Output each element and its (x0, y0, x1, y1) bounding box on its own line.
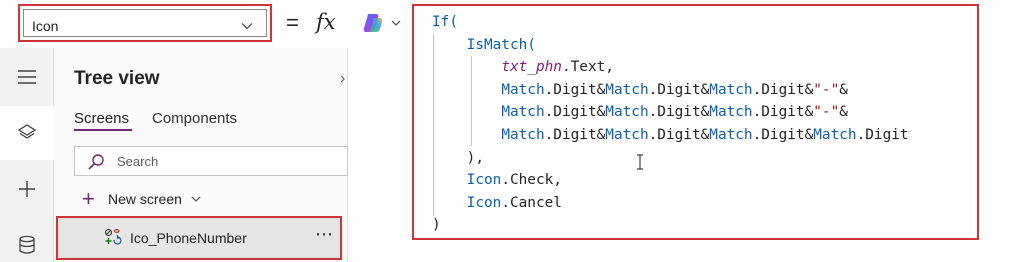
formula-token: ), (432, 149, 484, 166)
formula-token (432, 82, 501, 98)
formula-token: "-" (813, 81, 840, 98)
property-dropdown-value: Icon (32, 18, 59, 34)
copilot-icon[interactable] (362, 12, 384, 34)
formula-token: .Digit& (544, 81, 606, 98)
formula-token: .Digit (856, 126, 909, 143)
formula-token: Match (605, 104, 649, 121)
formula-token (432, 104, 501, 120)
formula-token: ) (432, 217, 441, 234)
formula-token: .Digit& (648, 126, 710, 143)
formula-token: .Digit& (752, 81, 814, 98)
formula-token: .Text, (561, 59, 614, 76)
formula-token: Match (709, 126, 753, 143)
formula-token: If( (432, 14, 458, 30)
hamburger-icon (18, 70, 36, 84)
tab-components[interactable]: Components (152, 110, 237, 127)
formula-line: Icon.Cancel (432, 192, 909, 215)
formula-token: Match (501, 126, 545, 143)
close-panel-icon[interactable]: › (340, 70, 345, 88)
formula-token: .Digit& (752, 104, 814, 121)
search-placeholder: Search (117, 154, 159, 169)
chevron-down-icon (241, 23, 253, 30)
data-button[interactable] (0, 218, 54, 262)
formula-code: If( IsMatch( txt_phn.Text, Match.Digit&M… (432, 11, 909, 237)
fx-icon[interactable]: fx (316, 10, 336, 34)
plus-icon (19, 181, 35, 197)
formula-token: Match (605, 126, 649, 143)
formula-token: Match (813, 126, 857, 143)
formula-line: txt_phn.Text, (432, 56, 909, 79)
formula-token: .Check, (501, 172, 562, 189)
formula-token: IsMatch( (432, 36, 536, 53)
formula-token: "-" (813, 104, 840, 121)
copilot-chevron-down-icon[interactable] (390, 17, 402, 29)
formula-token: Icon (466, 194, 502, 211)
formula-editor[interactable]: If( IsMatch( txt_phn.Text, Match.Digit&M… (412, 4, 979, 240)
tab-screens[interactable]: Screens (74, 110, 129, 127)
plus-icon: + (82, 186, 95, 211)
formula-token: Match (501, 81, 545, 98)
search-input[interactable]: Search (74, 146, 348, 176)
formula-token: & (839, 81, 848, 98)
formula-token: .Cancel (501, 194, 562, 211)
tab-selected-indicator (74, 129, 132, 131)
tree-view-panel: Tree view › Screens Components Search + … (54, 48, 348, 262)
formula-line: Match.Digit&Match.Digit&Match.Digit&"-"& (432, 79, 909, 102)
tree-view-button[interactable] (0, 106, 54, 160)
tree-item-label: Ico_PhoneNumber (130, 230, 247, 246)
formula-token: Icon (466, 172, 502, 189)
formula-line: ), (432, 147, 909, 170)
formula-token: Match (709, 104, 753, 121)
search-icon (88, 154, 104, 170)
formula-line: ) (432, 214, 909, 237)
more-options-icon[interactable]: ⋯ (315, 224, 334, 245)
database-icon (19, 235, 35, 254)
chevron-down-icon (191, 196, 201, 202)
layers-icon (17, 124, 37, 139)
tree-item-ico-phonenumber[interactable]: Ico_PhoneNumber ⋯ (56, 216, 342, 260)
insert-button[interactable] (0, 162, 54, 216)
formula-line: IsMatch( (432, 34, 909, 57)
new-screen-label: New screen (108, 191, 182, 207)
formula-token: & (839, 104, 848, 121)
new-screen-button[interactable]: + New screen (82, 188, 202, 210)
formula-line: Match.Digit&Match.Digit&Match.Digit&"-"& (432, 101, 909, 124)
tree-view-title: Tree view (74, 68, 160, 89)
equals-sign: = (286, 10, 299, 35)
icon-control-icon (104, 228, 122, 245)
text-cursor-icon (637, 154, 643, 170)
formula-token: .Digit& (648, 104, 710, 121)
hamburger-button[interactable] (0, 50, 54, 104)
left-rail (0, 48, 54, 262)
formula-token: Match (605, 81, 649, 98)
formula-token: .Digit& (544, 104, 606, 121)
property-dropdown[interactable]: Icon (18, 4, 272, 42)
formula-line: Match.Digit&Match.Digit&Match.Digit&Matc… (432, 124, 909, 147)
formula-token: Match (501, 104, 545, 121)
formula-line: If( (432, 11, 909, 34)
formula-token: txt_phn (501, 59, 562, 76)
formula-token: .Digit& (544, 126, 606, 143)
formula-token (432, 195, 467, 211)
formula-token: Match (709, 81, 753, 98)
formula-token (432, 127, 501, 143)
formula-token: .Digit& (648, 81, 710, 98)
formula-token (432, 59, 501, 75)
formula-token: .Digit& (752, 126, 814, 143)
formula-line: Icon.Check, (432, 169, 909, 192)
formula-token (432, 172, 467, 188)
